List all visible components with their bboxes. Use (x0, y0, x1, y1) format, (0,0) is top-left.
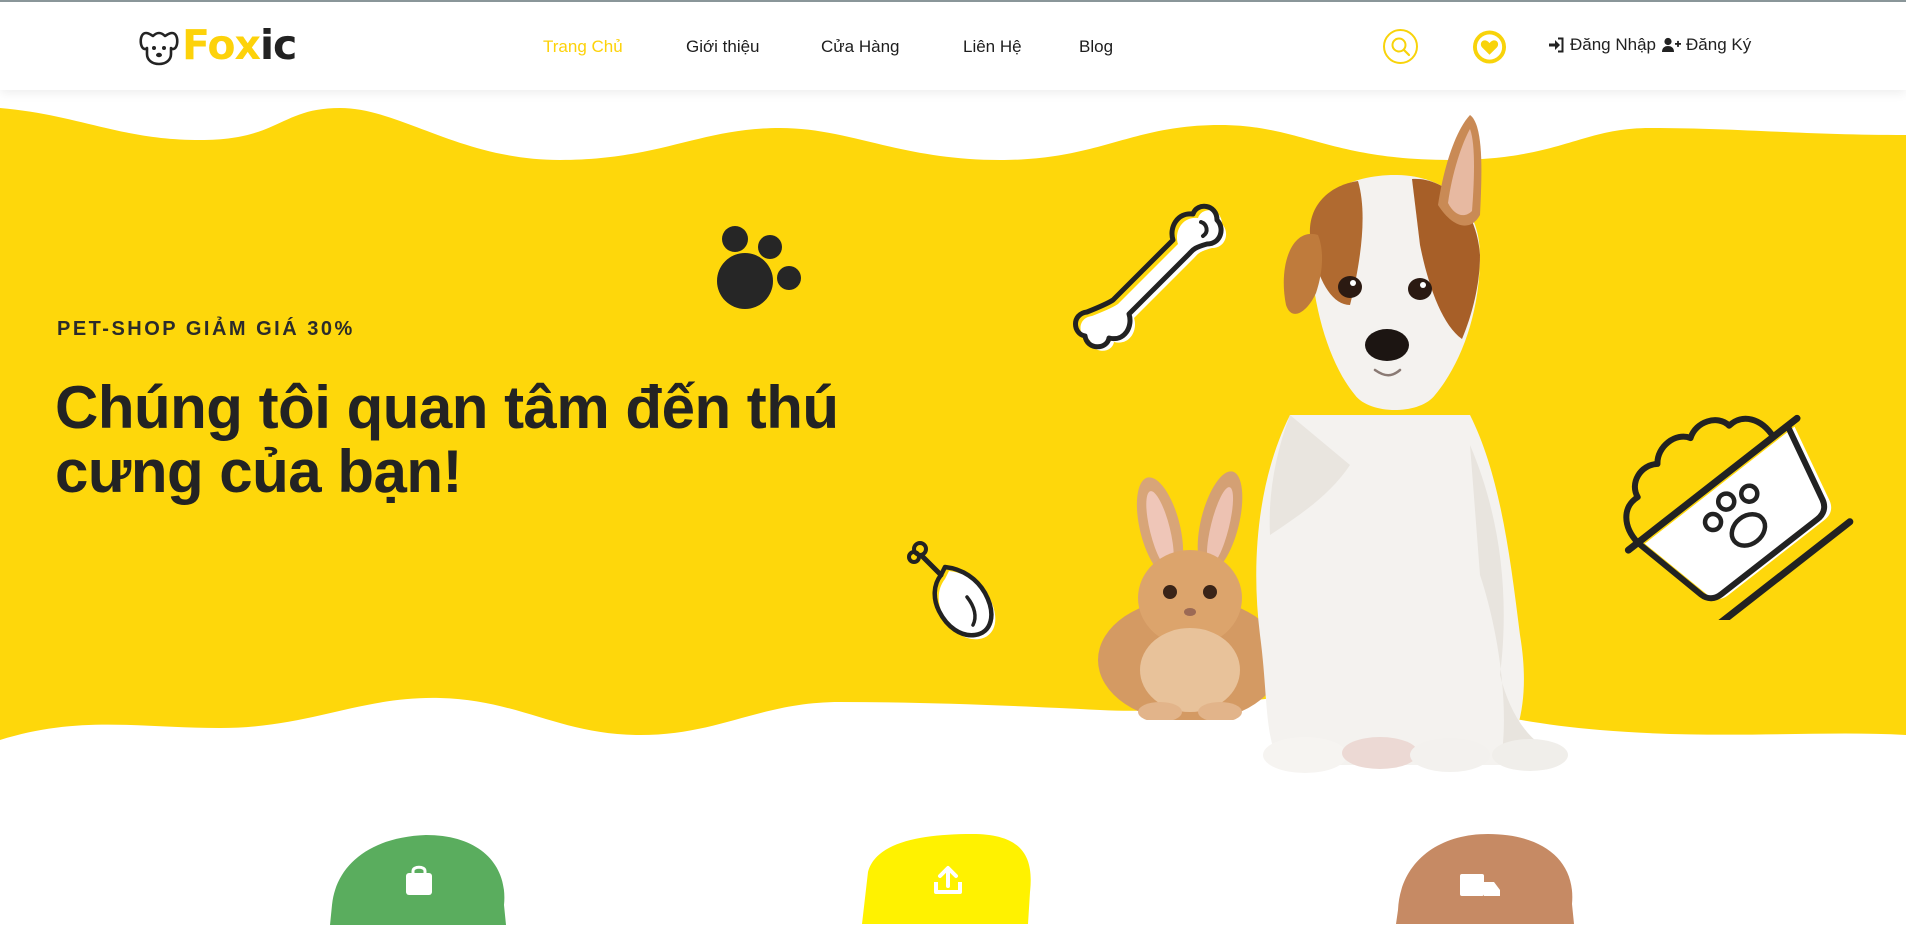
hero-headline-line-2: cưng của bạn! (55, 438, 463, 505)
hero-banner: PET-SHOP GIẢM GIÁ 30% Chúng tôi quan tâm… (0, 90, 1906, 773)
feature-blob-green (330, 835, 506, 925)
brand-wordmark: Foxic (182, 20, 297, 69)
food-bowl-icon (1623, 414, 1854, 620)
dog-logo-icon (139, 31, 179, 66)
search-icon (1391, 37, 1410, 56)
login-icon (1549, 37, 1564, 53)
hero-headline-line-1: Chúng tôi quan tâm đến thú (55, 374, 839, 441)
nav-item-contact[interactable]: Liên Hệ (963, 35, 1022, 59)
nav-item-shop[interactable]: Cửa Hàng (821, 35, 899, 59)
auth-links: Đăng Nhập Đăng Ký (1548, 35, 1751, 55)
feature-upload[interactable] (862, 832, 1034, 929)
puppy-image (1256, 115, 1568, 773)
user-plus-icon (1662, 37, 1682, 52)
paw-print-icon (717, 226, 801, 309)
login-link[interactable]: Đăng Nhập (1548, 35, 1656, 55)
feature-blob-yellow (862, 834, 1031, 924)
heart-icon (1472, 29, 1507, 64)
feature-blob-brown (1396, 834, 1574, 924)
feature-delivery[interactable] (1396, 834, 1574, 929)
search-button[interactable] (1383, 29, 1418, 64)
nav-item-blog[interactable]: Blog (1079, 35, 1113, 59)
hero-headline: Chúng tôi quan tâm đến thú cưng của bạn! (55, 376, 955, 504)
site-header: Foxic Trang Chủ Giới thiệu Cửa Hàng Liên… (0, 0, 1906, 90)
favorites-button[interactable] (1472, 29, 1507, 64)
nav-item-about[interactable]: Giới thiệu (686, 35, 760, 59)
feature-shopping[interactable] (330, 835, 506, 930)
login-label: Đăng Nhập (1570, 35, 1657, 54)
register-label: Đăng Ký (1686, 35, 1752, 54)
register-link[interactable]: Đăng Ký (1662, 35, 1751, 55)
hero-kicker: PET-SHOP GIẢM GIÁ 30% (57, 318, 355, 340)
nav-item-home[interactable]: Trang Chủ (543, 35, 623, 59)
brand-logo[interactable]: Foxic (138, 20, 297, 69)
chicken-leg-icon (907, 541, 996, 640)
